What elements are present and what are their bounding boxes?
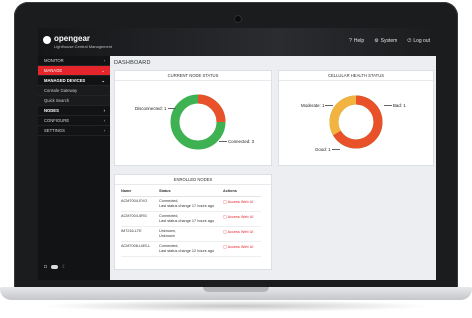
cellular-health-donut [329, 95, 383, 149]
help-link[interactable]: ? Help [349, 38, 364, 44]
node-name: ACM7008-LMS-L [121, 244, 151, 248]
chevron-right-icon: › [103, 118, 105, 123]
column-header-name[interactable]: Name [121, 189, 131, 193]
top-nav: ? Help ⚙ System ⏻ Log out [349, 38, 430, 44]
column-header-actions: Actions [223, 189, 237, 193]
sidebar-item-manage[interactable]: MANAGE ⌄ [38, 66, 110, 76]
table-header: Name Status Actions [121, 189, 261, 197]
node-name: ACM7004-5RG [121, 214, 147, 218]
sidebar-item-settings[interactable]: SETTINGS › [38, 126, 110, 136]
node-status: Connected, Last status change 12 hours ag… [159, 244, 215, 253]
table-row: ACM7008-LMS-L Connected, Last status chan… [121, 242, 261, 257]
node-status: Unknown, Unknown [159, 229, 176, 238]
bad-label: Bad: 1 [384, 103, 406, 108]
sidebar: MONITOR › MANAGE ⌄ MANAGED DEVICES ⌄ Consol… [38, 56, 110, 280]
logout-link[interactable]: ⏻ Log out [407, 38, 430, 44]
cellular-health-panel: CELLULAR HEALTH STATUS Moderate: 1 Bad: … [278, 70, 434, 166]
node-name: ACM7004-EVO [121, 199, 148, 203]
system-link[interactable]: ⚙ System [374, 38, 397, 44]
help-icon: ? [349, 38, 352, 44]
screen: opengear Lighthouse Central Management ?… [38, 28, 436, 280]
top-bar: opengear Lighthouse Central Management ?… [38, 28, 436, 56]
system-icon: ⚙ [374, 38, 379, 44]
chevron-down-icon: ⌄ [101, 68, 105, 73]
access-web-ui-link[interactable]: ▢Access Web UI [223, 229, 253, 234]
disconnected-label: Disconnected: 1 [135, 106, 175, 111]
logo-name[interactable]: opengear [54, 34, 90, 43]
sidebar-item-configure[interactable]: CONFIGURE › [38, 116, 110, 126]
table-row: ACM7004-5RG Connected, Last status change… [121, 212, 261, 227]
theme-toggle[interactable] [51, 265, 59, 269]
external-link-icon: ▢ [223, 245, 227, 249]
table-row: IM7216-LTE Unknown, Unknown ▢Access Web U… [121, 227, 261, 242]
laptop-shadow [40, 300, 432, 312]
node-status: Connected, Last status change 17 hours ag… [159, 199, 215, 208]
opengear-logo-icon [43, 36, 51, 44]
good-label: Good: 1 [315, 147, 340, 152]
connected-label: Connected: 3 [218, 139, 255, 144]
node-name: IM7216-LTE [121, 229, 142, 233]
chevron-right-icon: › [103, 128, 105, 133]
moderate-label: Moderate: 1 [301, 103, 335, 108]
panel-title: ENROLLED NODES [115, 175, 271, 185]
enrolled-nodes-panel: ENROLLED NODES Name Status Actions ACM70… [114, 174, 272, 270]
logout-icon: ⏻ [407, 38, 412, 44]
sidebar-item-quick-search[interactable]: Quick Search [38, 96, 110, 106]
node-status-donut [170, 94, 226, 150]
access-web-ui-link[interactable]: ▢Access Web UI [223, 199, 253, 204]
sidebar-section-nodes[interactable]: NODES › [38, 106, 110, 116]
node-status-panel: CURRENT NODE STATUS Disconnected: 1 Conn… [114, 70, 272, 166]
moon-icon: ☾ [62, 264, 67, 270]
chevron-down-icon: ⌄ [101, 78, 105, 83]
column-header-status[interactable]: Status [159, 189, 171, 194]
laptop-base-notch [203, 287, 269, 292]
chevron-right-icon: › [103, 108, 105, 113]
sidebar-item-console-gateway[interactable]: Console Gateway [38, 86, 110, 96]
access-web-ui-link[interactable]: ▢Access Web UI [223, 244, 253, 249]
table-row: ACM7004-EVO Connected, Last status change… [121, 197, 261, 212]
webcam-icon [235, 16, 241, 22]
main-content: DASHBOARD CURRENT NODE STATUS Disconnect… [110, 56, 436, 280]
external-link-icon: ▢ [223, 215, 227, 219]
chevron-right-icon: › [103, 58, 105, 63]
access-web-ui-link[interactable]: ▢Access Web UI [223, 214, 253, 219]
sidebar-section-managed-devices[interactable]: MANAGED DEVICES ⌄ [38, 76, 110, 86]
logo-subtitle: Lighthouse Central Management [54, 44, 113, 49]
page-title: DASHBOARD [114, 60, 151, 66]
external-link-icon: ▢ [223, 200, 227, 204]
sidebar-item-monitor[interactable]: MONITOR › [38, 56, 110, 66]
external-link-icon: ▢ [223, 230, 227, 234]
display-icon: ◘ [44, 264, 48, 270]
sidebar-footer: ◘ ☾ [44, 264, 67, 270]
node-status: Connected, Last status change 17 hours ag… [159, 214, 215, 223]
